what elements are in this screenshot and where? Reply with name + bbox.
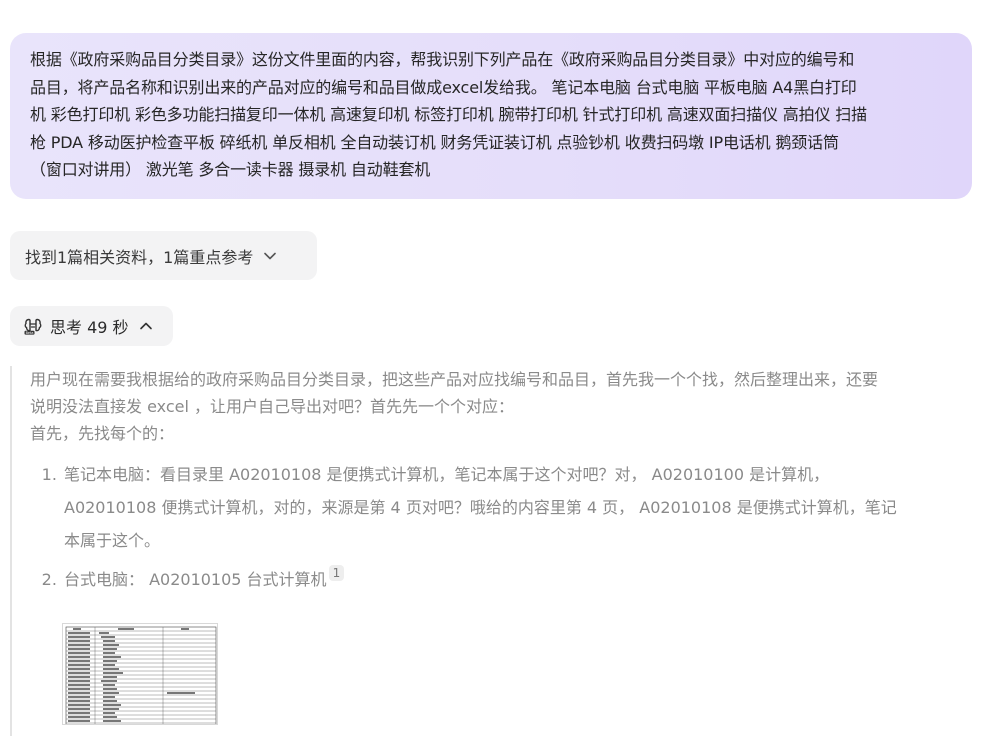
citation-badge[interactable]: 1	[328, 565, 345, 581]
thinking-item-line: A02010108 便携式计算机，对的，来源是第 4 页对吧？哦给的内容里第 4…	[64, 498, 897, 517]
thinking-item-line: 本属于这个。	[64, 531, 161, 550]
reference-document-thumbnail[interactable]	[62, 623, 218, 725]
user-message-line: 机 彩色打印机 彩色多功能扫描复印一体机 高速复印机 标签打印机 腕带打印机 针…	[30, 105, 867, 124]
thinking-intro-line: 用户现在需要我根据给的政府采购品目分类目录，把这些产品对应找编号和品目，首先我一…	[30, 370, 879, 389]
user-message-line: 枪 PDA 移动医护检查平板 碎纸机 单反相机 全自动装订机 财务凭证装订机 点…	[30, 132, 839, 152]
beta-brain-icon: Beta	[24, 317, 42, 335]
thinking-list: 笔记本电脑：看目录里 A02010108 是便携式计算机，笔记本属于这个对吧？对…	[30, 458, 972, 596]
document-table-preview	[65, 626, 217, 724]
thinking-list-item: 笔记本电脑：看目录里 A02010108 是便携式计算机，笔记本属于这个对吧？对…	[62, 458, 972, 557]
user-message-line: 根据《政府采购品目分类目录》这份文件里面的内容，帮我识别下列产品在《政府采购品目…	[30, 50, 855, 69]
user-message-line: 品目，将产品名称和识别出来的产品对应的编号和品目做成excel发给我。 笔记本电…	[30, 77, 857, 97]
user-message-bubble: 根据《政府采购品目分类目录》这份文件里面的内容，帮我识别下列产品在《政府采购品目…	[10, 33, 972, 199]
user-message-line: （窗口对讲用） 激光笔 多合一读卡器 摄录机 自动鞋套机	[30, 160, 431, 179]
svg-text:Beta: Beta	[26, 331, 34, 335]
thinking-list-item: 台式电脑： A02010105 台式计算机1	[62, 563, 972, 596]
thinking-intro-line: 首先，先找每个的：	[30, 424, 175, 443]
chevron-down-icon	[263, 249, 277, 263]
references-toggle-button[interactable]: 找到1篇相关资料，1篇重点参考	[10, 231, 317, 280]
thinking-toggle-button[interactable]: Beta 思考 49 秒	[10, 306, 173, 346]
thinking-item-line: 台式电脑： A02010105 台式计算机	[64, 570, 327, 589]
thinking-duration-label: 思考 49 秒	[50, 318, 129, 337]
references-label: 找到1篇相关资料，1篇重点参考	[25, 247, 254, 267]
chevron-up-icon	[139, 319, 153, 333]
thinking-item-line: 笔记本电脑：看目录里 A02010108 是便携式计算机，笔记本属于这个对吧？对…	[64, 465, 830, 484]
thinking-intro-line: 说明没法直接发 excel ，让用户自己导出对吧？首先先一个个对应：	[30, 397, 515, 416]
